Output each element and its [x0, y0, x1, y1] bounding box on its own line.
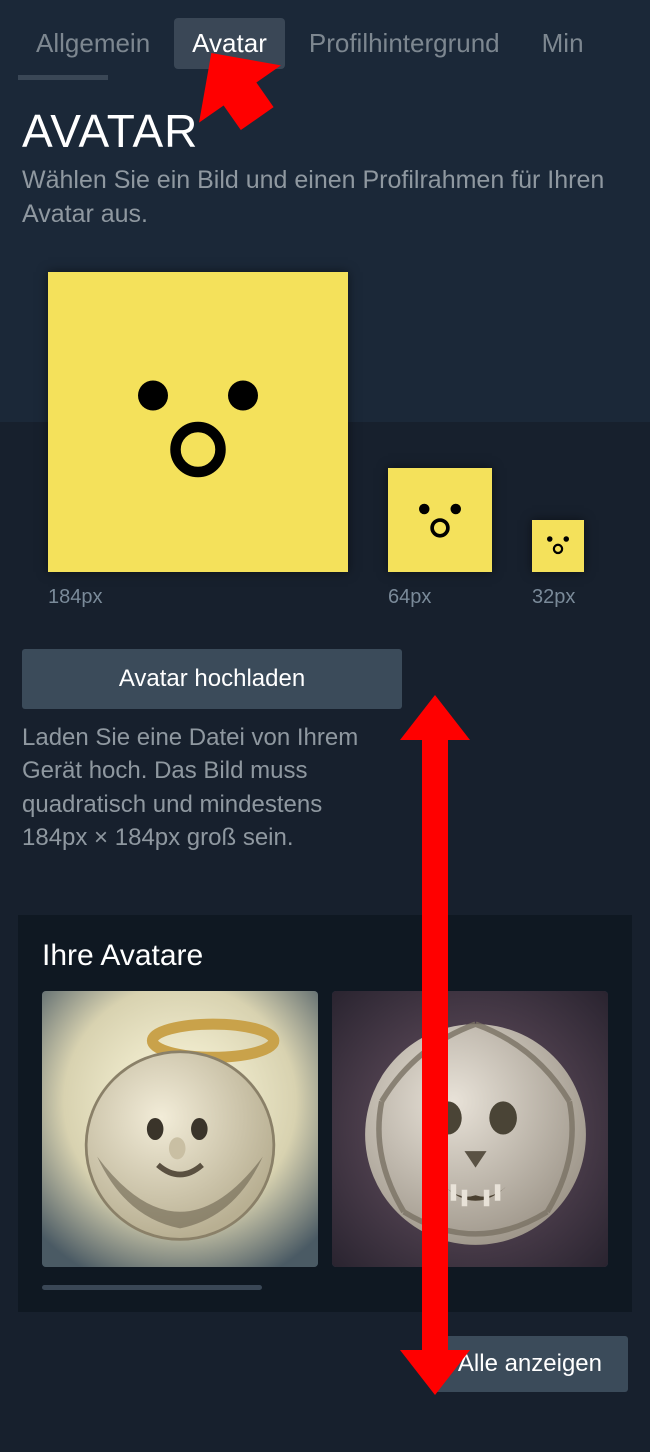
avatar-item-lion-orb[interactable] — [332, 991, 608, 1267]
preview-size-64: 64px — [388, 586, 431, 609]
show-all-button[interactable]: Alle anzeigen — [432, 1336, 628, 1392]
avatar-grid[interactable] — [42, 991, 616, 1267]
tab-avatar[interactable]: Avatar — [174, 18, 285, 69]
tab-profile-background[interactable]: Profilhintergrund — [291, 18, 518, 69]
upload-description: Laden Sie eine Datei von Ihrem Gerät hoc… — [22, 721, 382, 855]
your-avatars-section: Ihre Avatare — [18, 915, 632, 1312]
preview-size-184: 184px — [48, 586, 103, 609]
avatar-item-angel-orb[interactable] — [42, 991, 318, 1267]
profile-tabs: Allgemein Avatar Profilhintergrund Min — [0, 0, 650, 69]
avatar-preview-large — [48, 272, 348, 572]
page-title: AVATAR — [22, 104, 628, 158]
tab-general[interactable]: Allgemein — [18, 18, 168, 69]
tab-underline — [18, 75, 108, 80]
tab-mini[interactable]: Min — [524, 18, 602, 69]
your-avatars-title: Ihre Avatare — [42, 939, 616, 973]
page-subtitle: Wählen Sie ein Bild und einen Profilrahm… — [22, 164, 628, 232]
avatar-preview-medium — [388, 468, 492, 572]
avatar-preview-row: 184px 64px — [22, 272, 628, 609]
avatar-grid-scrollbar[interactable] — [42, 1285, 262, 1290]
upload-avatar-button[interactable]: Avatar hochladen — [22, 649, 402, 709]
preview-size-32: 32px — [532, 586, 575, 609]
avatar-preview-small — [532, 520, 584, 572]
